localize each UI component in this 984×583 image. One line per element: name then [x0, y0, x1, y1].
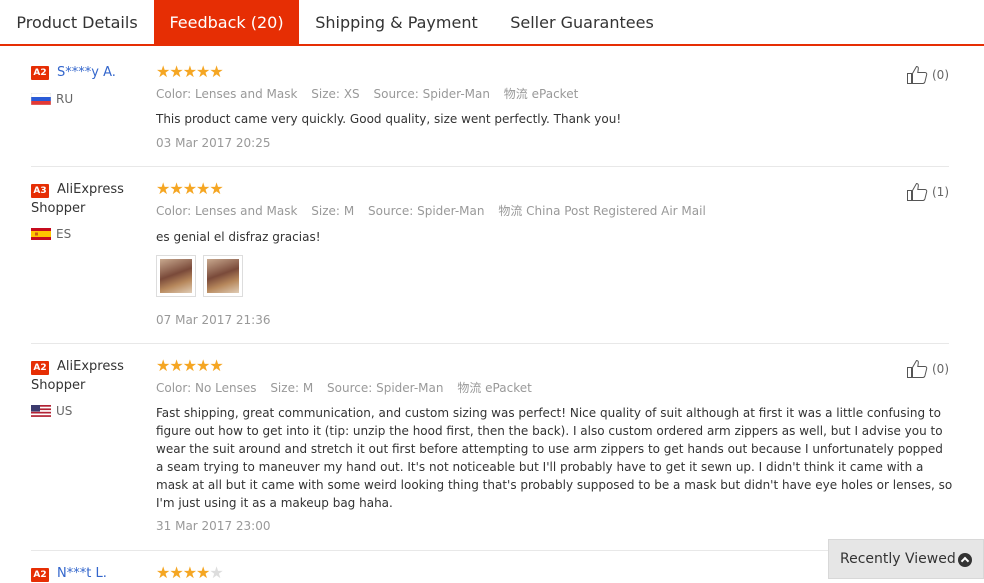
stars-filled: ★★★★★	[156, 62, 224, 81]
helpful-button[interactable]: (0)	[906, 65, 949, 85]
logistics-label: 物流	[457, 381, 482, 395]
review-date: 07 Mar 2017 21:36	[156, 313, 271, 327]
tab-product-details[interactable]: Product Details	[0, 0, 154, 44]
tab-bar: Product Details Feedback (20) Shipping &…	[0, 0, 984, 46]
shipping-value: ePacket	[485, 381, 532, 395]
size-value: M	[302, 381, 314, 395]
logistics-label: 物流	[498, 204, 523, 218]
buyer-country: US	[56, 404, 73, 418]
color-value: Lenses and Mask	[195, 204, 298, 218]
buyer-level-badge: A2	[31, 66, 49, 80]
source-label: Source:	[327, 381, 373, 395]
recently-viewed-button[interactable]: Recently Viewed	[828, 539, 984, 579]
size-label: Size:	[270, 381, 299, 395]
tab-feedback[interactable]: Feedback (20)	[154, 0, 299, 44]
recently-viewed-label: Recently Viewed	[840, 551, 956, 567]
stars-filled: ★★★★	[156, 563, 210, 582]
flag-es-icon	[31, 228, 51, 240]
buyer-level-badge: A2	[31, 361, 49, 375]
color-value: No Lenses	[195, 381, 257, 395]
review-item: A2 AliExpress Shopper US ★★★★★ Color: No…	[31, 344, 952, 551]
review-item: A3 AliExpress Shopper ES ★★★★★ Color: Le…	[31, 167, 949, 344]
review-date: 03 Mar 2017 20:25	[156, 136, 271, 150]
buyer-name-line2: Shopper	[31, 201, 86, 216]
buyer-name: AliExpress	[57, 182, 124, 197]
star-rating: ★★★★★	[156, 563, 224, 582]
review-photo-thumbnail[interactable]	[156, 255, 196, 297]
source-label: Source:	[373, 87, 419, 101]
review-item: A2 N***t L. ★★★★★	[31, 551, 949, 583]
color-value: Lenses and Mask	[195, 87, 298, 101]
buyer-level-badge: A2	[31, 568, 49, 582]
color-label: Color:	[156, 204, 192, 218]
thumbs-up-icon	[907, 182, 928, 201]
stars-empty: ★	[209, 563, 223, 582]
shipping-value: ePacket	[531, 87, 579, 101]
buyer-name[interactable]: S****y A.	[57, 63, 116, 82]
buyer-level-badge: A3	[31, 184, 49, 198]
color-label: Color:	[156, 87, 192, 101]
order-info: Color: Lenses and Mask Size: M Source: S…	[156, 203, 716, 219]
helpful-count: (1)	[932, 185, 949, 199]
star-rating: ★★★★★	[156, 62, 224, 81]
buyer-name[interactable]: N***t L.	[57, 564, 107, 583]
star-rating: ★★★★★	[156, 356, 224, 375]
review-photo-thumbnail[interactable]	[203, 255, 243, 297]
tab-shipping-payment[interactable]: Shipping & Payment	[299, 0, 494, 44]
review-date: 31 Mar 2017 23:00	[156, 519, 271, 533]
buyer-name-line2: Shopper	[31, 378, 86, 393]
review-text: es genial el disfraz gracias!	[156, 230, 321, 244]
source-value: Spider-Man	[417, 204, 485, 218]
stars-filled: ★★★★★	[156, 356, 224, 375]
review-text: This product came very quickly. Good qua…	[156, 112, 622, 126]
size-value: XS	[343, 87, 360, 101]
flag-ru-icon	[31, 93, 51, 105]
size-label: Size:	[311, 204, 340, 218]
helpful-button[interactable]: (1)	[906, 182, 949, 202]
buyer-country: RU	[56, 92, 74, 106]
logistics-label: 物流	[503, 87, 528, 101]
source-value: Spider-Man	[376, 381, 444, 395]
order-info: Color: No Lenses Size: M Source: Spider-…	[156, 380, 542, 396]
thumbs-up-icon	[907, 359, 928, 378]
source-value: Spider-Man	[422, 87, 490, 101]
flag-us-icon	[31, 405, 51, 417]
shipping-value: China Post Registered Air Mail	[526, 204, 706, 218]
tab-seller-guarantees[interactable]: Seller Guarantees	[494, 0, 670, 44]
order-info: Color: Lenses and Mask Size: XS Source: …	[156, 86, 588, 102]
color-label: Color:	[156, 381, 192, 395]
star-rating: ★★★★★	[156, 179, 224, 198]
helpful-count: (0)	[932, 68, 949, 82]
review-text: Fast shipping, great communication, and …	[156, 406, 953, 510]
size-label: Size:	[311, 87, 340, 101]
stars-filled: ★★★★★	[156, 179, 224, 198]
helpful-count: (0)	[932, 362, 949, 376]
size-value: M	[343, 204, 355, 218]
thumbs-up-icon	[907, 65, 928, 84]
review-item: A2 S****y A. RU ★★★★★ Color: Lenses and …	[31, 58, 949, 167]
helpful-button[interactable]: (0)	[906, 359, 949, 379]
chevron-up-icon	[958, 553, 972, 567]
buyer-name: AliExpress	[57, 359, 124, 374]
source-label: Source:	[368, 204, 414, 218]
buyer-country: ES	[56, 227, 72, 241]
